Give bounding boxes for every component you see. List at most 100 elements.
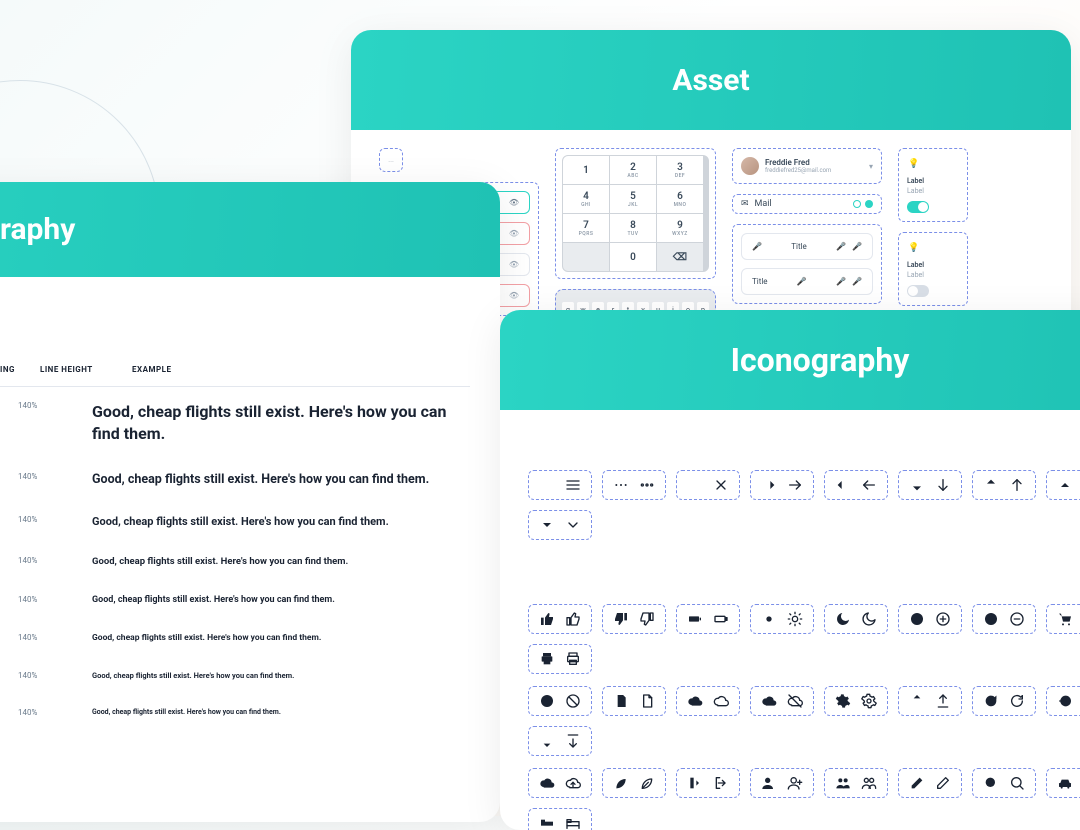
keypad-key[interactable]: 1 xyxy=(563,156,609,184)
minus-circle-outline-icon[interactable] xyxy=(1009,611,1025,627)
battery-icon[interactable] xyxy=(687,611,703,627)
chevron-up-icon[interactable] xyxy=(1057,477,1073,493)
cloud-outline-icon[interactable] xyxy=(713,693,729,709)
file-outline-icon[interactable] xyxy=(639,693,655,709)
keypad-key[interactable]: 6MNO xyxy=(657,185,703,213)
user-plus-icon[interactable] xyxy=(761,775,777,791)
thumb-down-outline-icon[interactable] xyxy=(639,611,655,627)
block-icon[interactable] xyxy=(539,693,555,709)
minus-circle-icon[interactable] xyxy=(983,611,999,627)
more-icon[interactable] xyxy=(613,477,629,493)
arrow-up-outline-icon[interactable] xyxy=(1009,477,1025,493)
battery-outline-icon[interactable] xyxy=(713,611,729,627)
arrow-left-outline-icon[interactable] xyxy=(861,477,877,493)
title-field-1[interactable]: 🎤 Title 🎤🎤 xyxy=(741,233,873,260)
edit-icon[interactable] xyxy=(909,775,925,791)
title-field-2[interactable]: Title 🎤 🎤🎤 xyxy=(741,268,873,295)
keypad-key[interactable]: 9WXYZ xyxy=(657,214,703,242)
history-icon[interactable] xyxy=(1057,693,1073,709)
cart-icon[interactable] xyxy=(1057,611,1073,627)
thumb-up-outline-icon[interactable] xyxy=(565,611,581,627)
edit-outline-icon[interactable] xyxy=(935,775,951,791)
typo-th-ing: ING xyxy=(0,365,18,374)
bed-outline-icon[interactable] xyxy=(565,815,581,830)
icon-pair-user-plus xyxy=(750,768,814,798)
thumb-down-icon[interactable] xyxy=(613,611,629,627)
chevron-down-icon[interactable]: ▾ xyxy=(869,162,873,171)
leaf-outline-icon[interactable] xyxy=(639,775,655,791)
users-icon[interactable] xyxy=(835,775,851,791)
eye-icon[interactable]: 👁 xyxy=(509,260,519,269)
print-outline-icon[interactable] xyxy=(565,651,581,667)
cloud-off-icon[interactable] xyxy=(761,693,777,709)
eye-icon[interactable]: 👁 xyxy=(509,198,519,207)
download-icon[interactable] xyxy=(539,733,555,749)
keypad-key[interactable]: 4GHI xyxy=(563,185,609,213)
plus-circle-outline-icon[interactable] xyxy=(935,611,951,627)
keypad-key[interactable]: 8TUV xyxy=(610,214,656,242)
search-icon[interactable] xyxy=(983,775,999,791)
user-card[interactable]: Freddie Fred freddiefred25@mail.com ▾ xyxy=(732,148,882,184)
logout-icon[interactable] xyxy=(687,775,703,791)
arrow-right-icon[interactable] xyxy=(761,477,777,493)
mic-icon[interactable]: 🎤 xyxy=(852,242,862,251)
block-outline-icon[interactable] xyxy=(565,693,581,709)
settings-outline-icon[interactable] xyxy=(861,693,877,709)
mail-row[interactable]: ✉ Mail xyxy=(732,194,882,214)
sun-icon[interactable] xyxy=(761,611,777,627)
arrow-right-outline-icon[interactable] xyxy=(787,477,803,493)
leaf-icon[interactable] xyxy=(613,775,629,791)
cloud-off-outline-icon[interactable] xyxy=(787,693,803,709)
toggle-on[interactable] xyxy=(907,201,929,213)
search-outline-icon[interactable] xyxy=(1009,775,1025,791)
close-outline-icon[interactable] xyxy=(713,477,729,493)
file-icon[interactable] xyxy=(613,693,629,709)
mic-icon[interactable]: 🎤 xyxy=(797,277,807,286)
car-icon[interactable] xyxy=(1057,775,1073,791)
refresh-icon[interactable] xyxy=(983,693,999,709)
keypad-key[interactable]: 2ABC xyxy=(610,156,656,184)
arrow-up-icon[interactable] xyxy=(983,477,999,493)
mic-icon[interactable]: 🎤 xyxy=(752,242,762,251)
sun-outline-icon[interactable] xyxy=(787,611,803,627)
keypad-key[interactable]: 5JKL xyxy=(610,185,656,213)
chevron-down-outline-icon[interactable] xyxy=(565,517,581,533)
user-plus-outline-icon[interactable] xyxy=(787,775,803,791)
moon-icon[interactable] xyxy=(835,611,851,627)
cloud-up-outline-icon[interactable] xyxy=(565,775,581,791)
thumb-up-icon[interactable] xyxy=(539,611,555,627)
cloud-icon[interactable] xyxy=(687,693,703,709)
mic-icon[interactable]: 🎤 xyxy=(852,277,862,286)
bed-icon[interactable] xyxy=(539,815,555,830)
moon-outline-icon[interactable] xyxy=(861,611,877,627)
keypad-key[interactable]: 7PQRS xyxy=(563,214,609,242)
arrow-down-outline-icon[interactable] xyxy=(935,477,951,493)
download-outline-icon[interactable] xyxy=(565,733,581,749)
keypad-key[interactable] xyxy=(563,243,609,271)
settings-icon[interactable] xyxy=(835,693,851,709)
mic-icon[interactable]: 🎤 xyxy=(836,277,846,286)
close-icon[interactable] xyxy=(687,477,703,493)
mic-icon[interactable]: 🎤 xyxy=(836,242,846,251)
toggle-off[interactable] xyxy=(907,285,929,297)
users-outline-icon[interactable] xyxy=(861,775,877,791)
keypad-key[interactable]: 0 xyxy=(610,243,656,271)
chevron-down-icon[interactable] xyxy=(539,517,555,533)
menu-icon[interactable] xyxy=(539,477,555,493)
upload-icon[interactable] xyxy=(909,693,925,709)
upload-outline-icon[interactable] xyxy=(935,693,951,709)
print-icon[interactable] xyxy=(539,651,555,667)
cloud-up-icon[interactable] xyxy=(539,775,555,791)
logout-outline-icon[interactable] xyxy=(713,775,729,791)
keypad-key[interactable]: ⌫ xyxy=(657,243,703,271)
menu-outline-icon[interactable] xyxy=(565,477,581,493)
icon-pair-arrow-left xyxy=(824,470,888,500)
keypad-key[interactable]: 3DEF xyxy=(657,156,703,184)
eye-icon[interactable]: 👁 xyxy=(509,229,519,238)
plus-circle-icon[interactable] xyxy=(909,611,925,627)
arrow-left-icon[interactable] xyxy=(835,477,851,493)
eye-icon[interactable]: 👁 xyxy=(509,291,519,300)
refresh-outline-icon[interactable] xyxy=(1009,693,1025,709)
arrow-down-icon[interactable] xyxy=(909,477,925,493)
more-outline-icon[interactable] xyxy=(639,477,655,493)
